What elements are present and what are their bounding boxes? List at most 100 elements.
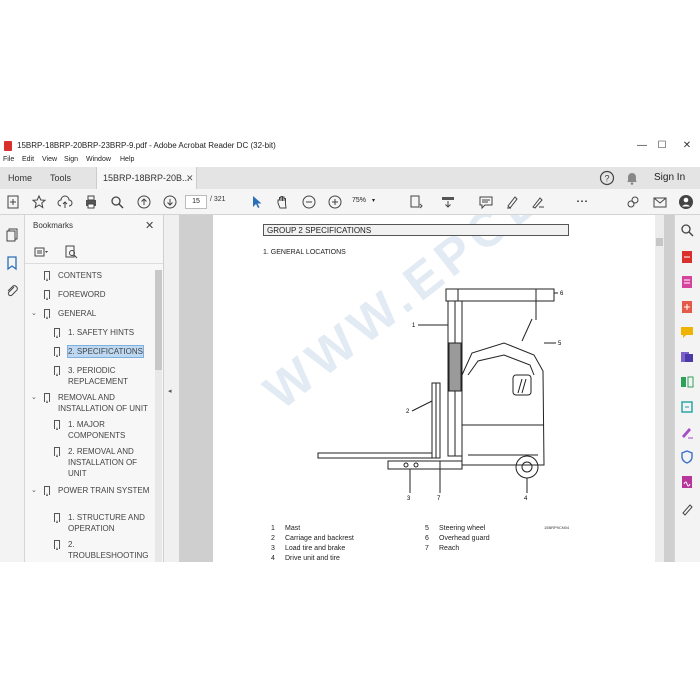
close-tab-icon[interactable]: ✕: [186, 167, 194, 189]
collapse-panel-arrow-icon[interactable]: ◂: [168, 387, 172, 395]
menu-file[interactable]: File: [3, 156, 14, 163]
bookmarks-panel-icon[interactable]: [4, 255, 20, 271]
close-window-button[interactable]: ✕: [676, 139, 698, 153]
callout-3: 3: [407, 496, 411, 502]
bookmark-flag-icon: [44, 271, 50, 281]
callout-5: 5: [558, 341, 562, 347]
document-scrollbar[interactable]: [655, 215, 664, 562]
callout-2: 2: [406, 409, 410, 415]
document-scroll-thumb[interactable]: [656, 238, 663, 246]
legend-number: 4: [271, 555, 275, 562]
zoom-level-value: 75%: [352, 197, 367, 204]
create-pdf-icon[interactable]: [680, 300, 694, 314]
comment-icon[interactable]: [478, 194, 494, 210]
find-bookmark-icon[interactable]: [63, 244, 79, 260]
comment-tool-icon[interactable]: [680, 325, 694, 339]
svg-text:?: ?: [604, 174, 609, 184]
search-tools-icon[interactable]: [680, 223, 694, 237]
highlight-pen-icon[interactable]: [504, 194, 520, 210]
bookmark-star-icon[interactable]: [31, 194, 47, 210]
select-cursor-icon[interactable]: [249, 194, 265, 210]
next-page-icon[interactable]: [162, 194, 178, 210]
menu-view[interactable]: View: [42, 156, 57, 163]
legend-label: Load tire and brake: [285, 545, 346, 552]
attachments-paperclip-icon[interactable]: [4, 283, 20, 299]
chevron-down-icon: ▾: [372, 198, 376, 204]
cloud-upload-icon[interactable]: [57, 194, 73, 210]
tab-tools[interactable]: Tools: [50, 167, 71, 189]
email-icon[interactable]: [652, 194, 668, 210]
print-icon[interactable]: [83, 194, 99, 210]
menu-sign[interactable]: Sign: [64, 156, 78, 163]
menu-help[interactable]: Help: [120, 156, 134, 163]
forklift-diagram: 1 2 3 4 5 6 7: [317, 288, 564, 502]
share-link-icon[interactable]: [625, 194, 641, 210]
bookmark-label: 2. SPECIFICATIONS: [67, 345, 144, 358]
zoom-out-icon[interactable]: [301, 194, 317, 210]
bookmarks-toolbar: [25, 241, 163, 264]
help-icon[interactable]: ?: [599, 170, 615, 186]
protect-shield-icon[interactable]: [680, 450, 694, 464]
fit-page-icon[interactable]: [408, 194, 424, 210]
organize-pages-icon[interactable]: [680, 375, 694, 389]
maximize-button[interactable]: ☐: [651, 139, 673, 153]
page-total: / 321: [210, 196, 226, 203]
page-number-input[interactable]: 15: [185, 195, 207, 209]
bookmark-flag-icon: [54, 328, 60, 338]
more-tools-icon[interactable]: ⋯: [574, 194, 590, 210]
bookmark-flag-icon: [54, 347, 60, 357]
legend-number: 2: [271, 535, 275, 542]
hand-tool-icon[interactable]: [275, 194, 291, 210]
tab-document[interactable]: 15BRP-18BRP-20B...: [96, 167, 197, 189]
chevron-down-icon[interactable]: ⌄: [31, 308, 37, 319]
export-pdf-icon[interactable]: [680, 250, 694, 264]
menu-window[interactable]: Window: [86, 156, 111, 163]
account-icon[interactable]: [678, 194, 694, 210]
fill-and-sign-icon[interactable]: [680, 425, 694, 439]
zoom-in-icon[interactable]: [327, 194, 343, 210]
more-tools-pen-icon[interactable]: [680, 502, 694, 516]
tab-bar: Home Tools 15BRP-18BRP-20B... ✕ ? Sign I…: [0, 167, 700, 190]
create-new-icon[interactable]: [5, 194, 21, 210]
edit-pdf-icon[interactable]: [680, 275, 694, 289]
notifications-bell-icon[interactable]: [624, 170, 640, 186]
find-magnifier-icon[interactable]: [109, 194, 125, 210]
bookmark-options-icon[interactable]: [33, 244, 49, 260]
legend-label: Overhead guard: [439, 535, 490, 542]
bookmark-label: CONTENTS: [58, 271, 102, 280]
bookmark-label: POWER TRAIN SYSTEM: [58, 486, 150, 495]
bookmarks-scrollbar[interactable]: [155, 270, 162, 562]
compress-pdf-icon[interactable]: [680, 400, 694, 414]
previous-page-icon[interactable]: [136, 194, 152, 210]
bookmark-flag-icon: [44, 393, 50, 403]
legend-label: Reach: [439, 545, 460, 552]
bookmark-flag-icon: [44, 486, 50, 496]
menu-bar: File Edit View Sign Window Help: [0, 155, 700, 167]
chevron-down-icon[interactable]: ⌄: [31, 392, 37, 403]
zoom-level-select[interactable]: 75% ▾: [352, 195, 386, 207]
bookmark-label: 1. SAFETY HINTS: [68, 328, 135, 337]
chevron-down-icon[interactable]: ⌄: [31, 485, 37, 496]
bookmarks-scroll-thumb[interactable]: [155, 270, 162, 370]
fill-sign-icon[interactable]: [530, 194, 546, 210]
page-display-icon[interactable]: [440, 194, 456, 210]
bookmark-label: REMOVAL AND INSTALLATION OF UNIT: [58, 393, 148, 413]
minimize-button[interactable]: —: [631, 139, 653, 153]
bookmark-label: GENERAL: [58, 309, 97, 318]
close-panel-icon[interactable]: ✕: [145, 219, 154, 232]
right-tools-rail: [674, 215, 700, 562]
legend-number: 1: [271, 525, 275, 532]
sign-in-button[interactable]: Sign In: [654, 167, 685, 189]
page-thumbnails-icon[interactable]: [4, 227, 20, 243]
legend-number: 5: [425, 525, 429, 532]
callout-1: 1: [412, 323, 416, 329]
bookmark-label: 2. TROUBLESHOOTING: [68, 540, 149, 560]
menu-edit[interactable]: Edit: [22, 156, 34, 163]
request-signature-icon[interactable]: [680, 475, 694, 489]
tab-home[interactable]: Home: [8, 167, 32, 189]
bookmark-flag-icon: [54, 540, 60, 550]
left-navigation-rail: [0, 215, 25, 562]
document-viewer: WWW.EPCDEPO.COM GROUP 2 SPECIFICATIONS 1…: [179, 215, 674, 562]
group-heading: GROUP 2 SPECIFICATIONS: [263, 224, 569, 236]
combine-files-icon[interactable]: [680, 350, 694, 364]
